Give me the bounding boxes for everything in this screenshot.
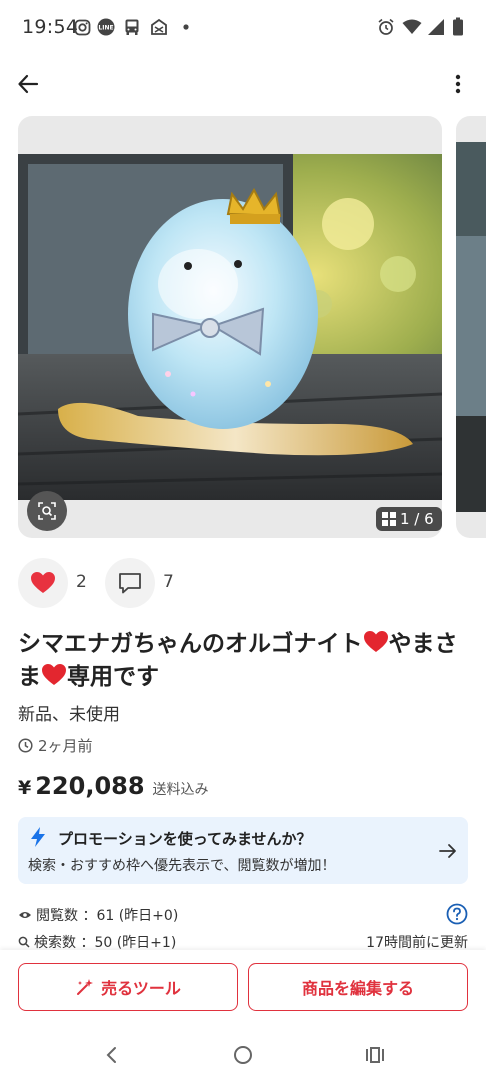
like-count: 2 xyxy=(76,572,87,592)
title-text-1: シマエナガちゃんのオルゴナイト xyxy=(18,631,363,657)
lightning-icon xyxy=(31,827,45,847)
title-text-3: 専用です xyxy=(67,664,159,690)
edit-item-button[interactable]: 商品を編集する xyxy=(248,963,468,1011)
heart-icon xyxy=(31,572,55,593)
search-stat: 検索数 ：50 (昨日+1) xyxy=(18,932,176,952)
more-vert-icon xyxy=(455,74,461,94)
svg-text:LINE: LINE xyxy=(98,25,113,32)
line-app-icon: LINE xyxy=(96,17,116,37)
status-time: 19:54 xyxy=(22,16,79,38)
sell-tool-button[interactable]: 売るツール xyxy=(18,963,238,1011)
posted-time: 2ヶ月前 xyxy=(18,735,93,756)
back-arrow-icon xyxy=(18,74,39,94)
sell-tool-label: 売るツール xyxy=(101,979,181,998)
battery-icon xyxy=(448,17,468,37)
promo-title: プロモーションを使ってみませんか？ xyxy=(58,830,312,848)
next-image-preview[interactable] xyxy=(456,116,486,538)
product-photo[interactable] xyxy=(18,154,442,500)
bus-icon xyxy=(122,17,142,37)
nav-recents-icon xyxy=(366,1047,384,1063)
item-title: シマエナガちゃんのオルゴナイト やまさま 専用です xyxy=(18,628,470,694)
nav-back-button[interactable] xyxy=(98,1042,124,1068)
comment-count: 7 xyxy=(163,572,174,592)
searches-text: 検索数 ：50 (昨日+1) xyxy=(34,935,177,951)
status-bar: 19:54 LINE xyxy=(0,0,486,56)
item-condition: 新品、未使用 xyxy=(18,705,120,725)
sparkle-wand-icon xyxy=(77,979,94,995)
instagram-icon xyxy=(72,17,92,37)
views-text: 閲覧数 ：61 (昨日+0) xyxy=(36,908,179,924)
system-nav-bar xyxy=(0,1030,486,1080)
search-icon xyxy=(18,936,30,948)
help-icon xyxy=(446,903,468,925)
updated-time: 17時間前に更新 xyxy=(366,935,468,951)
eye-icon xyxy=(19,912,31,918)
promotion-banner[interactable]: プロモーションを使ってみませんか？ 検索・おすすめ枠へ優先表示で、閲覧数が増加！ xyxy=(18,817,468,884)
wifi-icon xyxy=(402,17,422,37)
nav-home-button[interactable] xyxy=(230,1042,256,1068)
image-counter-text: 1 / 6 xyxy=(400,510,434,528)
shipping-note: 送料込み xyxy=(152,782,209,798)
cellular-signal-icon xyxy=(426,17,446,37)
price-row: ¥ 220,088 送料込み xyxy=(18,772,209,800)
price-value: 220,088 xyxy=(35,772,145,800)
grid-icon xyxy=(382,512,396,526)
edit-item-label: 商品を編集する xyxy=(301,979,414,998)
red-heart-emoji-icon xyxy=(42,664,66,685)
nav-recents-button[interactable] xyxy=(362,1042,388,1068)
image-counter-badge: 1 / 6 xyxy=(376,507,442,531)
image-search-icon xyxy=(38,502,56,520)
image-search-button[interactable] xyxy=(27,491,67,531)
price-currency: ¥ xyxy=(18,777,32,799)
alarm-icon xyxy=(376,17,396,37)
more-notifications-dot-icon xyxy=(176,17,196,37)
like-button[interactable] xyxy=(18,558,68,608)
comment-button[interactable] xyxy=(105,558,155,608)
nav-home-icon xyxy=(234,1046,252,1064)
views-stat: 閲覧数 ：61 (昨日+0) xyxy=(18,905,178,925)
nav-back-icon xyxy=(106,1047,116,1063)
help-button[interactable] xyxy=(446,903,468,925)
promo-subtitle: 検索・おすすめ枠へ優先表示で、閲覧数が増加！ xyxy=(28,858,336,874)
back-button[interactable] xyxy=(12,68,44,100)
notification-app-icon xyxy=(149,17,169,37)
red-heart-emoji-icon xyxy=(363,631,388,652)
posted-time-text: 2ヶ月前 xyxy=(38,737,93,755)
arrow-right-icon xyxy=(439,844,456,858)
more-options-button[interactable] xyxy=(444,68,472,100)
comment-icon xyxy=(119,573,141,594)
clock-icon xyxy=(18,738,33,753)
